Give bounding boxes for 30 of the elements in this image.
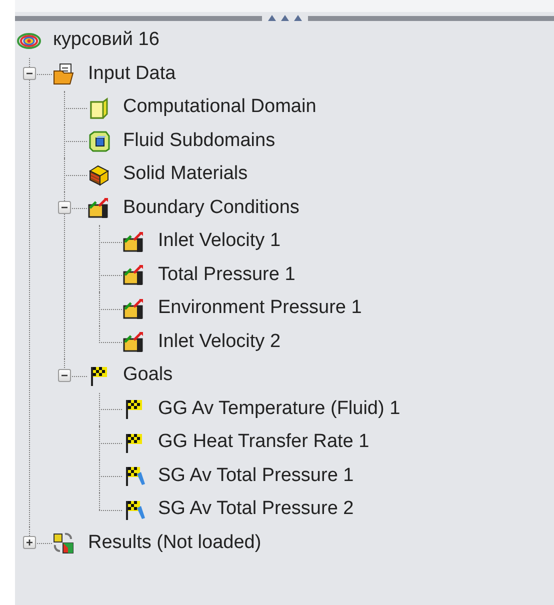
collapse-button[interactable]: [58, 368, 71, 382]
tree-item-label[interactable]: SG Av Total Pressure 1: [158, 464, 354, 488]
folder-document-icon: [52, 62, 76, 86]
arrow-box-icon: [122, 330, 146, 354]
striped-block-icon: [87, 162, 111, 187]
tree-item-label[interactable]: Results (Not loaded): [88, 532, 262, 555]
tree-item-label[interactable]: GG Av Temperature (Fluid) 1: [158, 398, 400, 421]
tree-item-label[interactable]: GG Heat Transfer Rate 1: [158, 431, 370, 454]
splitter-handle-icon[interactable]: [266, 14, 304, 22]
expand-button[interactable]: [23, 536, 36, 550]
cube-in-frame-icon: [87, 129, 111, 154]
tree-item-label[interactable]: SG Av Total Pressure 2: [158, 498, 354, 522]
arrow-box-icon: [122, 263, 146, 288]
tree-item-label[interactable]: Inlet Velocity 2: [158, 330, 281, 354]
arrow-box-icon: [87, 196, 111, 220]
tree-item-label[interactable]: Total Pressure 1: [158, 264, 296, 287]
tree-item-label[interactable]: Computational Domain: [123, 96, 316, 120]
arrow-box-icon: [122, 296, 146, 321]
tree-item-label[interactable]: Boundary Conditions: [123, 196, 300, 220]
tree-item-label[interactable]: Solid Materials: [123, 163, 248, 186]
tree-item-label[interactable]: курсовий 16: [53, 29, 160, 52]
tree-item-label[interactable]: Goals: [123, 364, 173, 388]
collapse-button[interactable]: [58, 201, 71, 214]
tree-item-label[interactable]: Fluid Subdomains: [123, 130, 276, 153]
tree-item-label[interactable]: Environment Pressure 1: [158, 297, 362, 320]
collapse-button[interactable]: [23, 67, 36, 80]
tree-item-label[interactable]: Input Data: [88, 62, 176, 86]
tree-item-label[interactable]: Inlet Velocity 1: [158, 230, 281, 254]
plus-icon: [25, 538, 34, 548]
arrow-box-icon: [122, 230, 146, 254]
